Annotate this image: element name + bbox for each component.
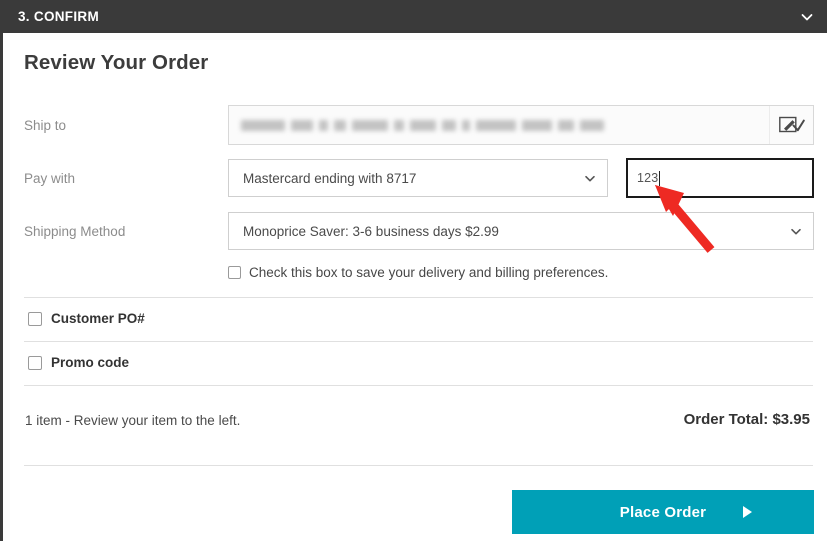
customer-po-row[interactable]: Customer PO#: [28, 311, 145, 326]
shipping-method-selected-value: Monoprice Saver: 3-6 business days $2.99: [243, 223, 499, 239]
customer-po-label: Customer PO#: [51, 311, 145, 326]
redacted-address: [241, 119, 604, 131]
pay-with-row: Pay with Mastercard ending with 8717 123: [24, 158, 814, 198]
edit-pencil-icon[interactable]: [769, 106, 813, 144]
promo-code-row[interactable]: Promo code: [28, 355, 129, 370]
triangle-right-icon: [743, 506, 752, 518]
order-total: Order Total: $3.95: [683, 411, 810, 428]
cvv-input-value: 123: [637, 171, 659, 185]
shipping-method-row: Shipping Method Monoprice Saver: 3-6 bus…: [24, 211, 814, 251]
item-summary-text: 1 item - Review your item to the left.: [25, 413, 241, 428]
customer-po-checkbox[interactable]: [28, 311, 42, 326]
text-caret: [659, 170, 661, 186]
place-order-button[interactable]: Place Order: [512, 490, 814, 534]
divider: [24, 297, 813, 298]
divider: [24, 465, 813, 466]
page-title: Review Your Order: [24, 51, 209, 74]
ship-to-value[interactable]: [228, 105, 814, 145]
payment-method-selected-value: Mastercard ending with 8717: [243, 170, 417, 186]
step-header-confirm[interactable]: 3. CONFIRM: [0, 0, 827, 33]
save-preferences-checkbox[interactable]: [228, 266, 241, 279]
divider: [24, 341, 813, 342]
chevron-down-icon[interactable]: [799, 9, 815, 25]
ship-to-label: Ship to: [24, 117, 67, 133]
chevron-down-icon: [583, 172, 596, 185]
step-header-title: 3. CONFIRM: [18, 9, 100, 24]
payment-method-select[interactable]: Mastercard ending with 8717: [228, 159, 608, 197]
ship-to-row: Ship to: [24, 105, 814, 145]
shipping-method-label: Shipping Method: [24, 223, 126, 239]
checkout-confirm-screen: 3. CONFIRM Review Your Order Ship to Pay…: [0, 0, 827, 541]
save-preferences-row[interactable]: Check this box to save your delivery and…: [228, 265, 608, 280]
cvv-input[interactable]: 123: [626, 158, 814, 198]
pay-with-label: Pay with: [24, 170, 76, 186]
promo-code-checkbox[interactable]: [28, 355, 42, 370]
divider: [24, 385, 813, 386]
place-order-label: Place Order: [619, 503, 707, 521]
shipping-method-select[interactable]: Monoprice Saver: 3-6 business days $2.99: [228, 212, 814, 250]
review-order-panel: Review Your Order Ship to Pay with Maste…: [0, 33, 827, 541]
save-preferences-label: Check this box to save your delivery and…: [249, 265, 609, 280]
chevron-down-icon: [789, 225, 802, 238]
promo-code-label: Promo code: [51, 355, 130, 370]
